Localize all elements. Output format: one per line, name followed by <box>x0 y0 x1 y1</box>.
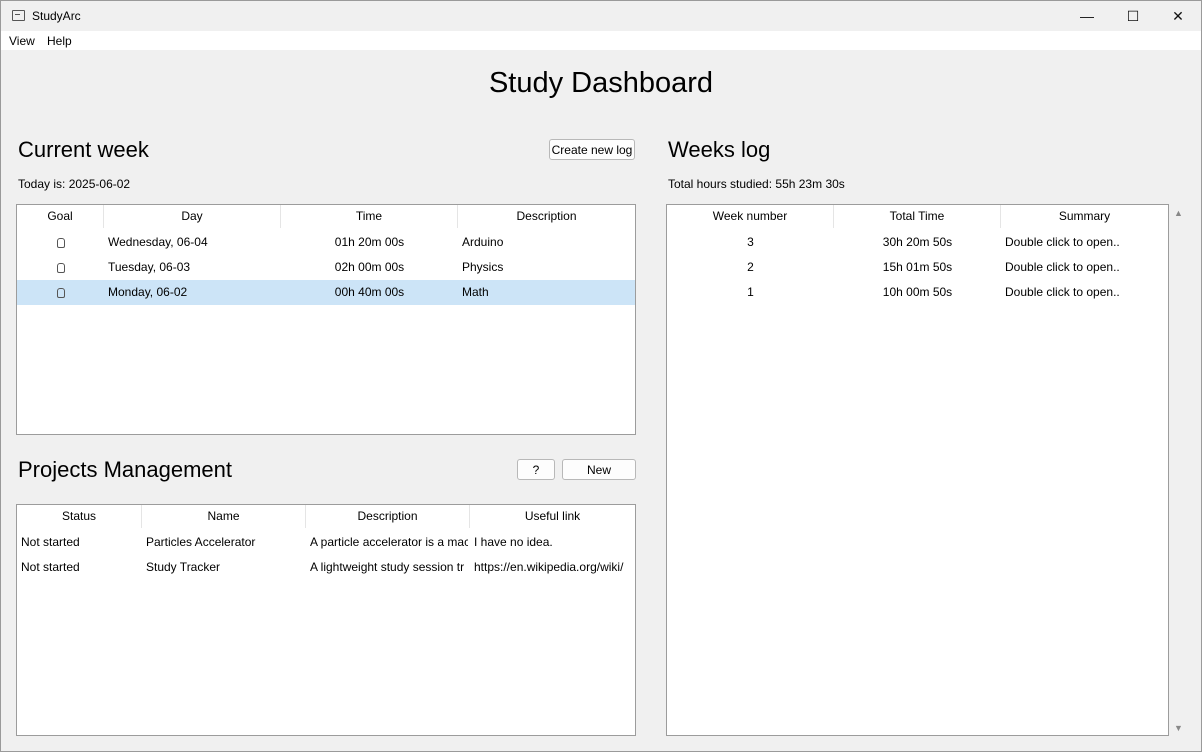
table-row-selected[interactable]: Monday, 06-02 00h 40m 00s Math <box>17 280 635 305</box>
table-row[interactable]: 3 30h 20m 50s Double click to open.. <box>667 230 1168 255</box>
cell-status: Not started <box>21 560 80 574</box>
cell-day: Wednesday, 06-04 <box>108 235 208 249</box>
projects-help-button[interactable]: ? <box>517 459 555 480</box>
column-header-week-number[interactable]: Week number <box>667 205 834 228</box>
column-header-useful-link[interactable]: Useful link <box>470 505 635 528</box>
scroll-up-icon[interactable]: ▲ <box>1174 208 1183 218</box>
cell-total-time: 15h 01m 50s <box>882 260 953 274</box>
column-header-status[interactable]: Status <box>17 505 142 528</box>
column-header-description[interactable]: Description <box>458 205 635 228</box>
table-row[interactable]: Wednesday, 06-04 01h 20m 00s Arduino <box>17 230 635 255</box>
table-row[interactable]: Not started Study Tracker A lightweight … <box>17 555 635 580</box>
column-header-goal[interactable]: Goal <box>17 205 104 228</box>
cell-time: 00h 40m 00s <box>334 285 405 299</box>
maximize-button[interactable]: ☐ <box>1110 1 1156 31</box>
cell-summary[interactable]: Double click to open.. <box>1005 280 1168 305</box>
total-hours-label-text: Total hours studied: <box>668 177 773 191</box>
cell-description: A particle accelerator is a mac <box>310 535 468 549</box>
table-row[interactable]: Not started Particles Accelerator A part… <box>17 530 635 555</box>
close-button[interactable]: ✕ <box>1155 1 1201 31</box>
table-row[interactable]: 2 15h 01m 50s Double click to open.. <box>667 255 1168 280</box>
menu-bar: View Help <box>1 31 1201 50</box>
goal-icon[interactable] <box>56 238 65 248</box>
weeks-log-title: Weeks log <box>668 137 771 162</box>
app-window: StudyArc — ☐ ✕ View Help Study Dashboard… <box>0 0 1202 752</box>
column-header-name[interactable]: Name <box>142 505 306 528</box>
projects-table[interactable]: Status Name Description Useful link Not … <box>16 504 636 736</box>
today-value: 2025-06-02 <box>68 177 131 191</box>
menu-help[interactable]: Help <box>47 34 72 48</box>
cell-name: Particles Accelerator <box>146 535 256 549</box>
total-hours-label: Total hours studied: 55h 23m 30s <box>668 177 845 191</box>
table-header: Goal Day Time Description <box>17 205 635 228</box>
cell-total-time: 10h 00m 50s <box>882 285 953 299</box>
page-title: Study Dashboard <box>488 67 714 99</box>
table-header: Week number Total Time Summary <box>667 205 1168 228</box>
table-row[interactable]: 1 10h 00m 50s Double click to open.. <box>667 280 1168 305</box>
cell-name: Study Tracker <box>146 560 221 574</box>
scroll-down-icon[interactable]: ▼ <box>1174 723 1183 733</box>
projects-title: Projects Management <box>18 457 232 482</box>
weeks-log-table[interactable]: Week number Total Time Summary 3 30h 20m… <box>666 204 1169 736</box>
cell-summary[interactable]: Double click to open.. <box>1005 230 1168 255</box>
cell-time: 02h 00m 00s <box>334 260 405 274</box>
cell-description: Arduino <box>462 235 504 249</box>
minimize-button[interactable]: — <box>1064 1 1110 31</box>
cell-summary[interactable]: Double click to open.. <box>1005 255 1168 280</box>
create-new-log-button[interactable]: Create new log <box>549 139 635 160</box>
cell-day: Tuesday, 06-03 <box>108 260 191 274</box>
column-header-total-time[interactable]: Total Time <box>834 205 1001 228</box>
window-title: StudyArc <box>32 9 81 23</box>
cell-week-number: 2 <box>747 260 754 274</box>
cell-total-time: 30h 20m 50s <box>882 235 953 249</box>
column-header-time[interactable]: Time <box>281 205 458 228</box>
goal-icon[interactable] <box>56 288 65 298</box>
table-header: Status Name Description Useful link <box>17 505 635 528</box>
today-label-text: Today is: <box>18 177 66 191</box>
today-label: Today is: 2025-06-02 <box>18 177 130 191</box>
column-header-summary[interactable]: Summary <box>1001 205 1168 228</box>
cell-status: Not started <box>21 535 80 549</box>
cell-time: 01h 20m 00s <box>334 235 405 249</box>
table-row[interactable]: Tuesday, 06-03 02h 00m 00s Physics <box>17 255 635 280</box>
cell-description: A lightweight study session tr <box>310 560 465 574</box>
cell-description: Physics <box>462 260 504 274</box>
goal-icon[interactable] <box>56 263 65 273</box>
total-hours-value: 55h 23m 30s <box>775 177 845 191</box>
cell-day: Monday, 06-02 <box>108 285 188 299</box>
cell-description: Math <box>462 285 489 299</box>
app-icon <box>12 10 25 21</box>
title-bar[interactable]: StudyArc — ☐ ✕ <box>1 1 1201 31</box>
current-week-title: Current week <box>18 137 149 162</box>
cell-week-number: 1 <box>747 285 754 299</box>
cell-link[interactable]: I have no idea. <box>474 530 635 555</box>
cell-link[interactable]: https://en.wikipedia.org/wiki/ <box>474 555 635 580</box>
cell-week-number: 3 <box>747 235 754 249</box>
column-header-description[interactable]: Description <box>306 505 470 528</box>
current-week-table[interactable]: Goal Day Time Description Wednesday, 06-… <box>16 204 636 435</box>
column-header-day[interactable]: Day <box>104 205 281 228</box>
new-project-button[interactable]: New <box>562 459 636 480</box>
menu-view[interactable]: View <box>9 34 35 48</box>
